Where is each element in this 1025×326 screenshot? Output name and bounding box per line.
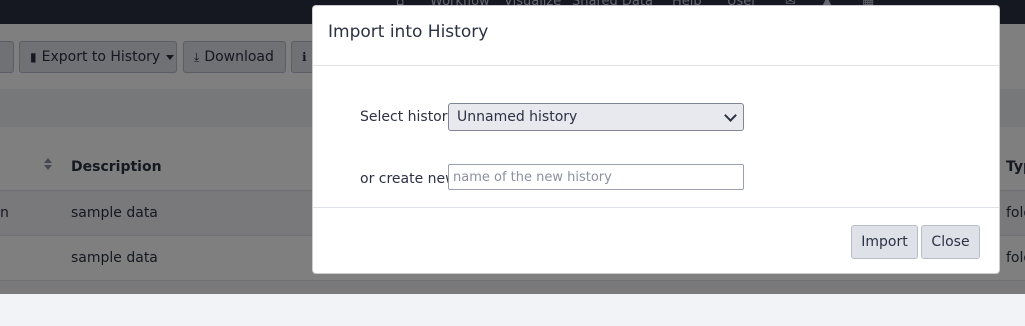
- new-history-name-input[interactable]: [448, 164, 744, 190]
- history-select-value: Unnamed history: [457, 109, 578, 125]
- modal-footer: Import Close: [313, 207, 999, 274]
- chevron-down-icon: [724, 108, 737, 122]
- history-select[interactable]: Unnamed history: [448, 103, 744, 131]
- create-new-label: or create new:: [360, 171, 461, 187]
- import-into-history-modal: Import into History Select history: Unna…: [312, 5, 1000, 274]
- select-history-label: Select history:: [360, 109, 460, 125]
- modal-title: Import into History: [328, 22, 489, 42]
- close-button[interactable]: Close: [921, 225, 980, 259]
- import-button[interactable]: Import: [851, 225, 918, 259]
- modal-header: Import into History: [313, 6, 999, 66]
- modal-body: Select history: Unnamed history or creat…: [313, 66, 999, 207]
